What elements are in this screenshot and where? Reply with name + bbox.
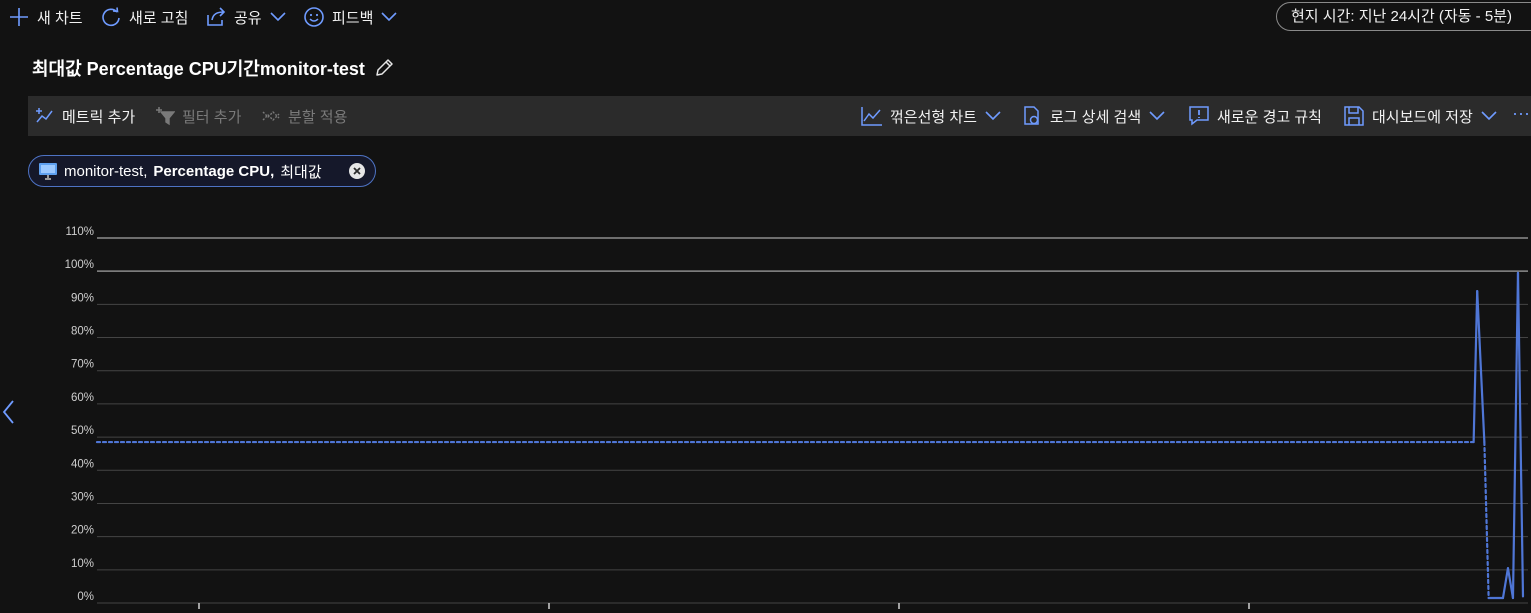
time-range-picker[interactable]: 현지 시간: 지난 24시간 (자동 - 5분) xyxy=(1276,2,1531,31)
remove-metric-button[interactable] xyxy=(349,163,365,179)
y-tick-label: 50% xyxy=(71,425,94,437)
series-data-point xyxy=(1472,441,1475,443)
feedback-label: 피드백 xyxy=(332,9,374,27)
new-alert-rule-label: 새로운 경고 규칙 xyxy=(1217,108,1322,126)
line-chart-icon xyxy=(861,107,882,126)
chevron-down-icon xyxy=(1149,111,1165,121)
series-data-point xyxy=(1517,272,1519,274)
pencil-icon[interactable] xyxy=(373,57,395,79)
feedback-button[interactable]: 피드백 xyxy=(303,6,398,28)
chevron-down-icon xyxy=(270,12,286,22)
y-tick-label: 80% xyxy=(71,326,94,338)
alert-icon xyxy=(1189,106,1209,126)
cpu-line-chart: 110% 100% 90% 80% 70% 60% 50% 40% 30% 20% 10% 0% xyxy=(65,226,1528,609)
save-to-dashboard-button[interactable]: 대시보드에 저장 xyxy=(1343,105,1498,127)
split-icon xyxy=(262,111,280,121)
save-icon xyxy=(1344,106,1364,126)
y-tick-label: 60% xyxy=(71,392,94,404)
smiley-icon xyxy=(304,7,324,27)
y-tick-label: 70% xyxy=(71,359,94,371)
chart-title: 최대값 Percentage CPU기간monitor-test xyxy=(32,59,365,79)
apply-split-label: 분할 적용 xyxy=(288,108,348,126)
y-tick-label: 40% xyxy=(71,458,94,470)
chart-type-label: 꺾은선형 차트 xyxy=(890,108,977,126)
series-data-point xyxy=(1502,597,1504,599)
plus-icon xyxy=(10,8,28,26)
virtual-machine-icon xyxy=(39,163,57,180)
y-tick-label: 10% xyxy=(71,558,94,570)
chevron-down-icon xyxy=(381,12,397,22)
new-chart-button[interactable]: 새 차트 xyxy=(8,6,83,28)
y-tick-label: 30% xyxy=(71,491,94,503)
y-tick-label: 100% xyxy=(65,259,94,271)
series-line-segment xyxy=(1476,289,1486,444)
log-search-label: 로그 상세 검색 xyxy=(1050,108,1142,126)
more-button[interactable]: ··· xyxy=(1512,102,1530,124)
series-data-point xyxy=(1512,597,1514,599)
refresh-icon xyxy=(102,7,120,27)
series-line-segment xyxy=(1511,271,1520,600)
time-range-label: 현지 시간: 지난 24시간 (자동 - 5분) xyxy=(1291,8,1512,25)
more-label: ··· xyxy=(1512,102,1530,123)
chart-title-row: 최대값 Percentage CPU기간monitor-test xyxy=(32,55,395,81)
save-to-dashboard-label: 대시보드에 저장 xyxy=(1372,108,1473,126)
series-data-point xyxy=(1507,567,1509,569)
new-alert-rule-button[interactable]: 새로운 경고 규칙 xyxy=(1188,105,1322,127)
refresh-button[interactable]: 새로 고침 xyxy=(100,6,188,28)
y-tick-label: 110% xyxy=(65,226,94,238)
chevron-down-icon xyxy=(985,111,1001,121)
document-search-icon xyxy=(1024,106,1039,125)
chart-toolbar: 메트릭 추가 필터 추가 분할 적용 꺾은선형 차트 로그 상세 검색 새로운 … xyxy=(28,96,1531,136)
command-bar: 새 차트 새로 고침 공유 피드백 현지 시간: 지난 24시간 (자동 - 5… xyxy=(0,0,1531,36)
series-line-segment xyxy=(1501,567,1510,600)
share-button[interactable]: 공유 xyxy=(205,6,287,28)
series-line-segment-dashed xyxy=(1483,440,1490,600)
series-line-segment xyxy=(1472,289,1479,444)
apply-split-button[interactable]: 분할 적용 xyxy=(261,105,347,127)
series-data-point xyxy=(1483,441,1486,443)
series-data-point xyxy=(1522,595,1524,598)
metric-resource: monitor-test, xyxy=(64,162,148,180)
add-filter-button[interactable]: 필터 추가 xyxy=(155,105,241,127)
log-search-button[interactable]: 로그 상세 검색 xyxy=(1021,105,1166,127)
share-icon xyxy=(207,7,226,26)
y-tick-label: 20% xyxy=(71,525,94,537)
series-data-point xyxy=(96,441,98,443)
series-data-point xyxy=(1476,290,1478,292)
refresh-label: 새로 고침 xyxy=(129,9,189,27)
filter-icon xyxy=(156,107,175,126)
chevron-down-icon xyxy=(1481,111,1497,121)
add-metric-label: 메트릭 추가 xyxy=(62,108,136,126)
close-icon xyxy=(353,167,361,175)
metric-name: Percentage CPU, xyxy=(153,162,275,180)
y-tick-label: 90% xyxy=(71,292,94,304)
chart-type-button[interactable]: 꺾은선형 차트 xyxy=(861,105,1002,127)
series-line-segment xyxy=(1516,271,1525,598)
add-filter-label: 필터 추가 xyxy=(182,108,242,126)
add-metric-button[interactable]: 메트릭 추가 xyxy=(35,105,135,127)
add-metric-icon xyxy=(36,108,53,123)
metric-pill[interactable]: monitor-test, Percentage CPU, 최대값 xyxy=(28,155,376,187)
metric-aggregation: 최대값 xyxy=(280,163,322,181)
series-data-point xyxy=(1487,597,1490,599)
y-tick-label: 0% xyxy=(77,591,94,603)
share-label: 공유 xyxy=(234,9,262,27)
new-chart-label: 새 차트 xyxy=(37,9,83,27)
